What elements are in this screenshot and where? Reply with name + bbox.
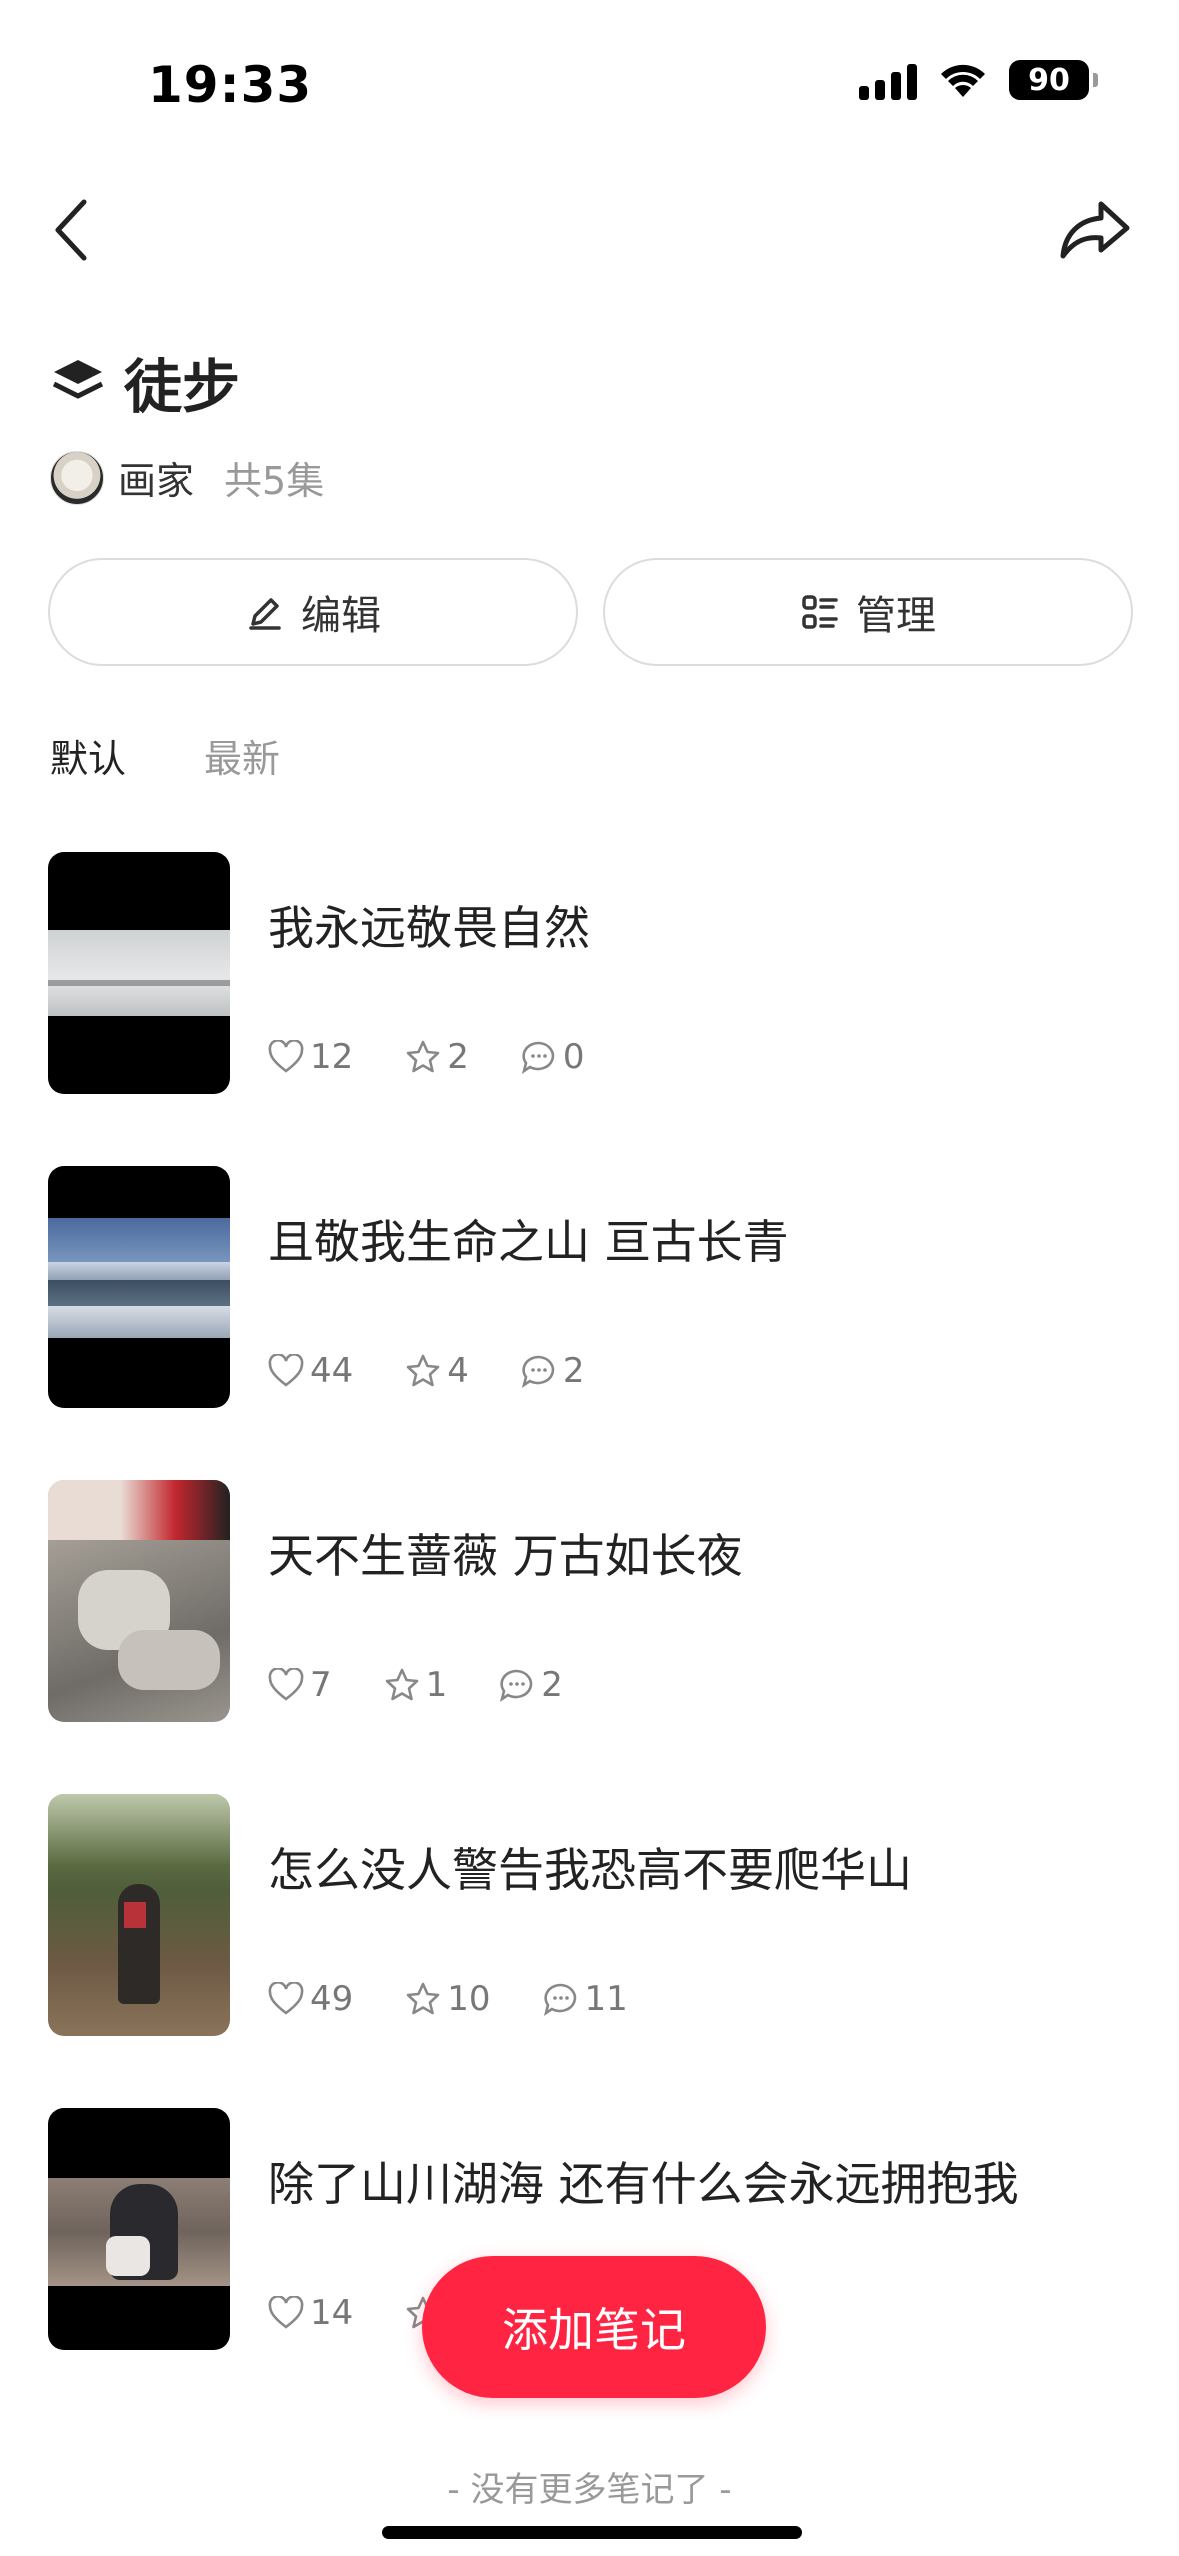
pencil-icon [249, 598, 281, 630]
edit-label: 编辑 [301, 593, 381, 639]
like-count: 12 [310, 1037, 354, 1077]
layers-icon [52, 360, 104, 399]
heart-icon [268, 1668, 304, 1701]
sort-tabs: 默认 最新 [50, 728, 280, 783]
like-count: 49 [310, 1979, 354, 2019]
list-item[interactable]: 怎么没人警告我恐高不要爬华山 49 10 11 [48, 1794, 1148, 2108]
comment-count: 0 [562, 1037, 585, 1077]
collect-count: 4 [447, 1351, 469, 1391]
collection-page: 19:33 90 徒步 画家 共5集 编辑 管理 默认 最新 我永远敬畏自然 1… [0, 0, 1179, 2556]
note-thumbnail [48, 1794, 230, 2036]
add-note-button[interactable]: 添加笔记 [422, 2256, 766, 2398]
comment-count: 11 [584, 1979, 628, 2019]
add-note-label: 添加笔记 [502, 2303, 686, 2357]
like-count: 44 [310, 1351, 354, 1391]
star-icon [406, 1982, 440, 2015]
comment-count: 2 [541, 1665, 563, 1705]
list-item[interactable]: 我永远敬畏自然 12 2 0 [48, 852, 1148, 1166]
note-title: 我永远敬畏自然 [268, 901, 590, 955]
wifi-icon [941, 64, 985, 97]
note-stats: 7 1 2 [268, 1665, 615, 1705]
avatar[interactable] [50, 450, 104, 505]
star-icon [406, 1354, 440, 1387]
home-indicator [382, 2526, 802, 2539]
note-list: 我永远敬畏自然 12 2 0 且敬我生命之山 亘古长青 44 4 2 天不生蔷薇… [48, 852, 1148, 2422]
collect-count: 2 [447, 1037, 469, 1077]
collect-count: 10 [447, 1979, 491, 2019]
star-icon [406, 1040, 440, 1073]
note-thumbnail [48, 2108, 230, 2350]
comment-icon [521, 1355, 555, 1388]
status-time: 19:33 [148, 56, 313, 114]
list-item[interactable]: 且敬我生命之山 亘古长青 44 4 2 [48, 1166, 1148, 1480]
note-stats: 44 4 2 [268, 1351, 637, 1391]
share-button[interactable] [1055, 190, 1135, 270]
author-row[interactable]: 画家 共5集 [50, 450, 324, 505]
edit-button[interactable]: 编辑 [48, 558, 578, 666]
like-count: 7 [310, 1665, 332, 1705]
note-title: 天不生蔷薇 万古如长夜 [268, 1529, 743, 1583]
collection-title: 徒步 [50, 340, 240, 424]
note-thumbnail [48, 1166, 230, 1408]
comment-count: 2 [562, 1351, 585, 1391]
heart-icon [268, 1982, 304, 2015]
cellular-signal-icon [859, 60, 917, 100]
heart-icon [268, 1354, 304, 1387]
author-name[interactable]: 画家 [118, 450, 194, 505]
manage-button[interactable]: 管理 [603, 558, 1133, 666]
chevron-left-icon [55, 199, 87, 261]
list-manage-icon [802, 595, 838, 629]
tab-default[interactable]: 默认 [50, 728, 126, 783]
no-more-notes-text: - 没有更多笔记了 - [447, 2470, 732, 2510]
note-title: 且敬我生命之山 亘古长青 [268, 1215, 789, 1269]
page-title: 徒步 [124, 353, 241, 421]
back-button[interactable] [44, 190, 104, 270]
heart-icon [268, 1040, 304, 1073]
note-title: 除了山川湖海 还有什么会永远拥抱我 [268, 2157, 1019, 2211]
note-stats: 49 10 11 [268, 1979, 680, 2019]
tab-latest[interactable]: 最新 [204, 728, 280, 783]
manage-label: 管理 [856, 593, 936, 639]
like-count: 14 [310, 2293, 354, 2333]
list-item[interactable]: 天不生蔷薇 万古如长夜 7 1 2 [48, 1480, 1148, 1794]
comment-icon [543, 1983, 576, 2016]
collect-count: 1 [425, 1665, 448, 1705]
heart-icon [268, 2296, 304, 2329]
star-icon [385, 1668, 418, 1701]
share-icon [1060, 201, 1130, 259]
status-icons: 90 [859, 60, 1098, 100]
comment-icon [521, 1041, 555, 1074]
battery-icon: 90 [1009, 60, 1098, 100]
battery-level: 90 [1028, 62, 1070, 98]
episode-count: 共5集 [224, 459, 325, 503]
note-thumbnail [48, 852, 230, 1094]
comment-icon [500, 1669, 533, 1702]
note-stats: 12 2 0 [268, 1037, 637, 1077]
note-title: 怎么没人警告我恐高不要爬华山 [268, 1843, 912, 1897]
note-thumbnail [48, 1480, 230, 1722]
